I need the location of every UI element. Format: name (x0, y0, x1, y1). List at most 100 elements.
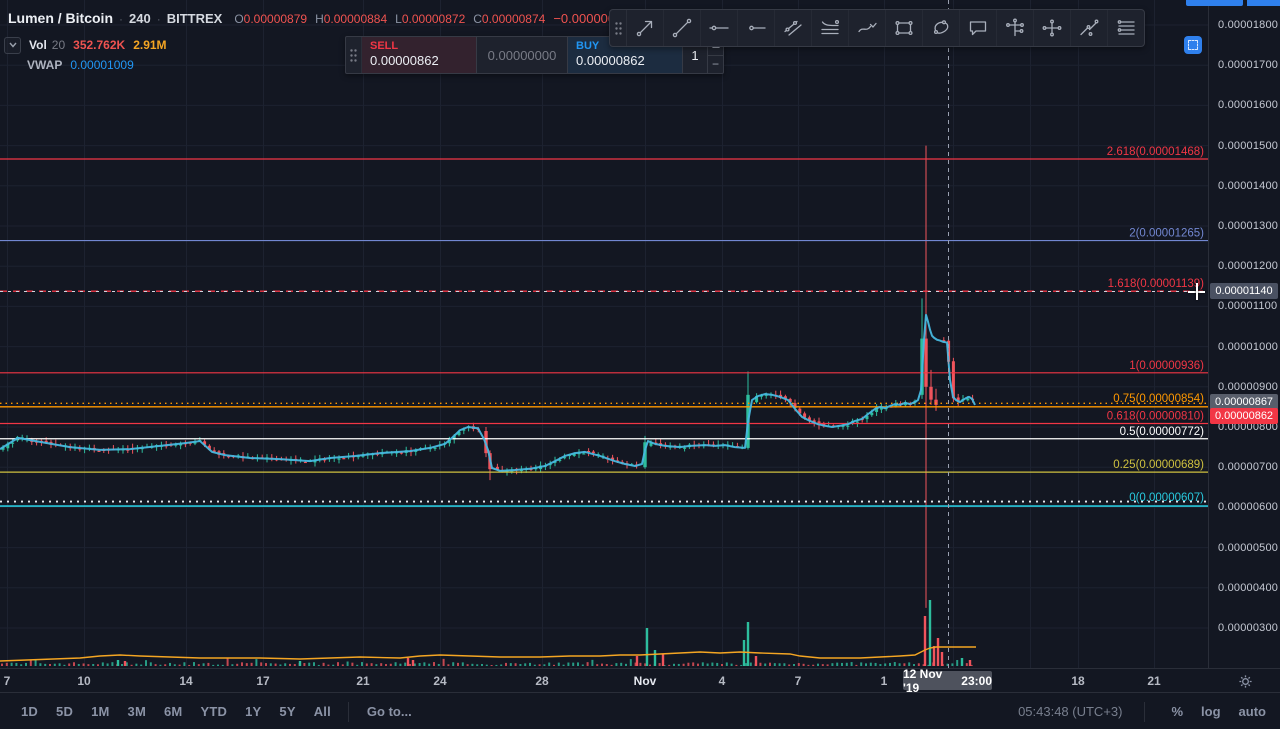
time-tick-label: 21 (356, 674, 370, 688)
fib-level-label: 2.618(0.00001468) (1107, 146, 1204, 158)
time-tick-label: 7 (794, 674, 802, 688)
price-tick-label: 0.00000600 (1218, 501, 1279, 514)
vol-indicator-label[interactable]: Vol (29, 38, 47, 52)
chart-pane[interactable]: 2.618(0.00001468) 2(0.00001265) 1.618(0.00… (0, 0, 1208, 668)
ohlc-l: L0.00000872 (395, 12, 466, 26)
price-tick-label: 0.00001200 (1218, 260, 1279, 273)
range-button-6m[interactable]: 6M (155, 700, 191, 723)
symbol-header: Lumen / Bitcoin · 240 · BITTREX O0.00000… (8, 10, 652, 26)
parallel-channel-tool-button[interactable] (775, 10, 812, 46)
ellipse-icon (933, 20, 949, 35)
tooltip-time: 23:00 (961, 673, 992, 688)
order-panel-drag-handle[interactable] (346, 37, 362, 73)
maximize-icon (1188, 40, 1198, 50)
indicator-legend: Vol 20 352.762K 2.91M VWAP 0.00001009 (4, 36, 167, 76)
sell-label: SELL (370, 40, 399, 52)
time-tick-label: 10 (77, 674, 91, 688)
trend-line-tool-button[interactable] (664, 10, 701, 46)
time-tick-label: 7 (3, 674, 11, 688)
range-button-1m[interactable]: 1M (82, 700, 118, 723)
trend-based-fib-tool-button[interactable] (1071, 10, 1108, 46)
vwap-value: 0.00001009 (70, 58, 134, 72)
brush-icon (858, 22, 877, 33)
time-tick-label: 24 (433, 674, 447, 688)
price-axis[interactable]: 0.00001800 0.00001700 0.00001600 0.00001500… (1208, 0, 1280, 668)
clock-label[interactable]: 05:43:48 (UTC+3) (1018, 704, 1122, 719)
parallel-lines-icon (1117, 20, 1135, 35)
range-button-1y[interactable]: 1Y (236, 700, 270, 723)
horizontal-ray-icon (749, 25, 766, 31)
time-tick-label: 4 (718, 674, 726, 688)
fib-level-label: 0.75(0.00000854) (1113, 393, 1204, 405)
crosshair-date-tooltip: 12 Nov '19 23:00 (903, 667, 992, 695)
time-tick-label: 21 (1147, 674, 1161, 688)
brush-tool-button[interactable] (849, 10, 886, 46)
horizontal-ray-tool-button[interactable] (738, 10, 775, 46)
spread-value: 0.00000000 (477, 37, 568, 73)
time-tick-label: 17 (256, 674, 270, 688)
abcd-pattern-icon (1042, 19, 1062, 37)
date-range-group: 1D 5D 1M 3M 6M YTD 1Y 5Y All (12, 700, 340, 723)
pitchfork-tool-button[interactable] (812, 10, 849, 46)
range-button-all[interactable]: All (305, 700, 340, 723)
time-tick-label: Nov (633, 674, 657, 688)
range-button-1d[interactable]: 1D (12, 700, 47, 723)
volume-legend-row: Vol 20 352.762K 2.91M (4, 36, 167, 54)
xabcd-pattern-tool-button[interactable] (997, 10, 1034, 46)
ohlc-c: C0.00000874 (473, 12, 546, 26)
buy-price: 0.00000862 (576, 53, 645, 68)
range-button-5d[interactable]: 5D (47, 700, 82, 723)
percent-scale-button[interactable]: % (1171, 704, 1183, 719)
auto-scale-button[interactable]: auto (1239, 704, 1266, 719)
gear-icon[interactable] (1236, 672, 1254, 690)
crosshair-price-badge: 0.00001140 (1210, 283, 1278, 299)
price-tick-label: 0.00001000 (1218, 340, 1279, 353)
ohlc-o: O0.00000879 (234, 12, 308, 26)
exchange-label: BITTREX (166, 11, 223, 26)
price-tick-label: 0.00000900 (1218, 380, 1279, 393)
price-tick-label: 0.00001600 (1218, 99, 1279, 112)
trend-based-fib-icon (1080, 19, 1099, 36)
ohlc-h: H0.00000884 (315, 12, 388, 26)
time-tick-label: 1 (880, 674, 888, 688)
range-button-5y[interactable]: 5Y (270, 700, 304, 723)
interval-label[interactable]: 240 (129, 11, 151, 26)
fib-level-label: 2(0.00001265) (1129, 228, 1204, 240)
xabcd-pattern-icon (1006, 18, 1024, 37)
time-tick-label: 18 (1071, 674, 1085, 688)
chevron-down-icon[interactable] (4, 36, 21, 54)
quantity-decrease-button[interactable]: − (708, 56, 723, 74)
go-to-date-button[interactable]: Go to... (357, 700, 422, 723)
bottom-toolbar: 1D 5D 1M 3M 6M YTD 1Y 5Y All Go to... 05:43:48 (… (0, 692, 1280, 729)
price-chart-canvas[interactable]: 2.618(0.00001468) 2(0.00001265) 1.618(0.00… (0, 0, 1208, 668)
vwap-legend-row: VWAP 0.00001009 (4, 56, 167, 74)
toolbar-drag-handle[interactable] (610, 10, 627, 46)
price-tick-label: 0.00001100 (1218, 300, 1278, 313)
fib-level-label: 0.25(0.00000689) (1113, 459, 1204, 471)
price-tick-label: 0.00000400 (1218, 581, 1279, 594)
callout-tool-button[interactable] (960, 10, 997, 46)
trading-app-window: 2.618(0.00001468) 2(0.00001265) 1.618(0.00… (0, 0, 1280, 729)
time-tick-label: 28 (535, 674, 549, 688)
parallel-channel-icon (784, 20, 802, 36)
range-button-3m[interactable]: 3M (119, 700, 155, 723)
rectangle-icon (895, 20, 913, 36)
time-axis[interactable]: 21 18 1 7 4 Nov 28 24 21 17 14 10 7 12 Nov '19 23:00 (0, 667, 1280, 695)
parallel-lines-tool-button[interactable] (1108, 10, 1144, 46)
ellipse-tool-button[interactable] (923, 10, 960, 46)
time-tick-label: 14 (179, 674, 193, 688)
sell-order-price-badge: 0.00000862 (1210, 408, 1278, 424)
separator-dot: · (156, 12, 161, 26)
abcd-pattern-tool-button[interactable] (1034, 10, 1071, 46)
arrow-tool-button[interactable] (627, 10, 664, 46)
sell-button[interactable]: SELL 0.00000862 (362, 37, 477, 73)
range-button-ytd[interactable]: YTD (191, 700, 236, 723)
maximize-chart-button[interactable] (1184, 36, 1202, 54)
log-scale-button[interactable]: log (1201, 704, 1221, 719)
ohlc-values: O0.00000879 H0.00000884 L0.00000872 C0.0000… (234, 12, 553, 26)
tooltip-date: 12 Nov '19 (903, 666, 943, 695)
vwap-indicator-label[interactable]: VWAP (27, 58, 62, 72)
symbol-name[interactable]: Lumen / Bitcoin (8, 10, 113, 26)
horizontal-line-tool-button[interactable] (701, 10, 738, 46)
rectangle-tool-button[interactable] (886, 10, 923, 46)
